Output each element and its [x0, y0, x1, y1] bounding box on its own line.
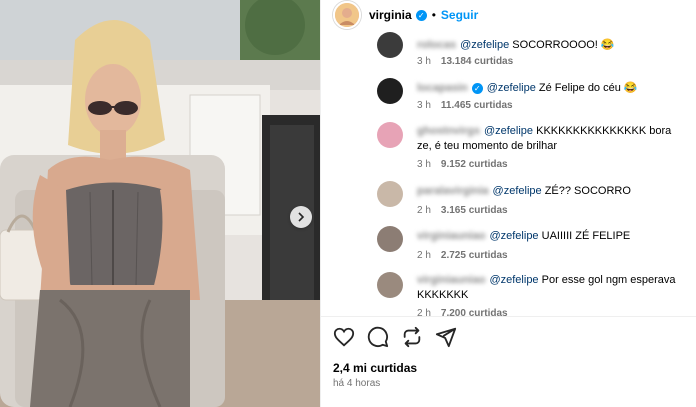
comment-meta: 3 h 11.465 curtidas: [417, 100, 523, 111]
comment-username[interactable]: virginiauniao: [417, 230, 485, 242]
follow-button[interactable]: Seguir: [441, 8, 478, 22]
comment-content: ZÉ?? SOCORRO: [544, 185, 631, 197]
comment-mention[interactable]: @zefelipe: [487, 82, 536, 94]
post-photo: [0, 0, 320, 407]
post-time[interactable]: há 4 horas: [333, 378, 380, 389]
comment-username[interactable]: ghostnvirgs: [417, 125, 480, 137]
comment-avatar[interactable]: [377, 226, 403, 252]
comment-likes[interactable]: 13.184 curtidas: [441, 56, 513, 67]
separator-dot: •: [431, 8, 436, 22]
comment-time: 2 h: [417, 205, 431, 216]
comment-likes[interactable]: 2.725 curtidas: [441, 250, 508, 261]
comment-time: 3 h: [417, 100, 431, 111]
comment-meta: 3 h 13.184 curtidas: [417, 56, 523, 67]
heart-icon: [333, 327, 355, 347]
verified-icon: ✓: [415, 9, 427, 21]
comment-time: 2 h: [417, 250, 431, 261]
comment-likes[interactable]: 9.152 curtidas: [441, 159, 508, 170]
post-header: virginia ✓ • Seguir: [321, 0, 696, 30]
comment-meta: 2 h 3.165 curtidas: [417, 205, 518, 216]
comment-icon: [367, 326, 389, 348]
comment-text: paralavirginia @zefelipe ZÉ?? SOCORRO: [417, 184, 687, 199]
comment-list[interactable]: rolocas @zefelipe SOCORROOOO! 😂 3 h 13.184…: [321, 30, 696, 316]
comment-username[interactable]: virginiauniao: [417, 274, 485, 286]
comment-username[interactable]: locapasin: [417, 82, 468, 94]
send-icon: [435, 327, 457, 348]
comment-content: Zé Felipe do céu 😂: [538, 82, 638, 94]
comment-meta: 3 h 9.152 curtidas: [417, 159, 518, 170]
comment-time: 3 h: [417, 159, 431, 170]
action-icons: [333, 326, 457, 348]
share-button[interactable]: [401, 326, 423, 348]
comment-username[interactable]: rolocas: [417, 39, 456, 51]
like-button[interactable]: [333, 326, 355, 348]
comment-likes[interactable]: 11.465 curtidas: [441, 100, 513, 111]
comment-avatar[interactable]: [377, 272, 403, 298]
comment-content: SOCORROOOO! 😂: [512, 39, 615, 51]
comment-mention[interactable]: @zefelipe: [460, 39, 509, 51]
comment-text: virginiauniao @zefelipe Por esse gol ngm …: [417, 273, 687, 303]
comment-time: 2 h: [417, 308, 431, 316]
post-actions: 2,4 mi curtidas há 4 horas: [321, 316, 696, 407]
carousel-next-button[interactable]: [290, 206, 312, 228]
author-avatar[interactable]: [333, 1, 361, 29]
comment-button[interactable]: [367, 326, 389, 348]
comment-likes[interactable]: 3.165 curtidas: [441, 205, 508, 216]
verified-icon: ✓: [471, 83, 483, 94]
comment-likes[interactable]: 7.200 curtidas: [441, 308, 508, 316]
comment-time: 3 h: [417, 56, 431, 67]
comment-text: virginiauniao @zefelipe UAIIIII ZÉ FELIPE: [417, 229, 687, 244]
comment-mention[interactable]: @zefelipe: [493, 185, 542, 197]
likes-count[interactable]: 2,4 mi curtidas: [333, 361, 417, 375]
comment-mention[interactable]: @zefelipe: [484, 125, 533, 137]
comment-avatar[interactable]: [377, 122, 403, 148]
share-icon: [403, 326, 421, 348]
post-photo-illustration: [0, 0, 320, 407]
comment-avatar[interactable]: [377, 78, 403, 104]
post-side-panel: virginia ✓ • Seguir rolocas @zefelipe SOC…: [320, 0, 696, 407]
author-avatar-image: [335, 3, 359, 27]
author-username[interactable]: virginia: [369, 8, 412, 22]
chevron-right-icon: [298, 212, 305, 222]
comment-text: ghostnvirgs @zefelipe KKKKKKKKKKKKKKK bor…: [417, 124, 687, 154]
comment-meta: 2 h 2.725 curtidas: [417, 250, 518, 261]
comment-content: UAIIIII ZÉ FELIPE: [541, 230, 631, 242]
comment-text: rolocas @zefelipe SOCORROOOO! 😂: [417, 38, 687, 53]
comment-meta: 2 h 7.200 curtidas: [417, 308, 518, 316]
comment-text: locapasin ✓ @zefelipe Zé Felipe do céu 😂: [417, 81, 687, 96]
comment-avatar[interactable]: [377, 181, 403, 207]
send-button[interactable]: [435, 326, 457, 348]
comment-avatar[interactable]: [377, 32, 403, 58]
comment-mention[interactable]: @zefelipe: [489, 274, 538, 286]
comment-mention[interactable]: @zefelipe: [489, 230, 538, 242]
comment-username[interactable]: paralavirginia: [417, 185, 489, 197]
